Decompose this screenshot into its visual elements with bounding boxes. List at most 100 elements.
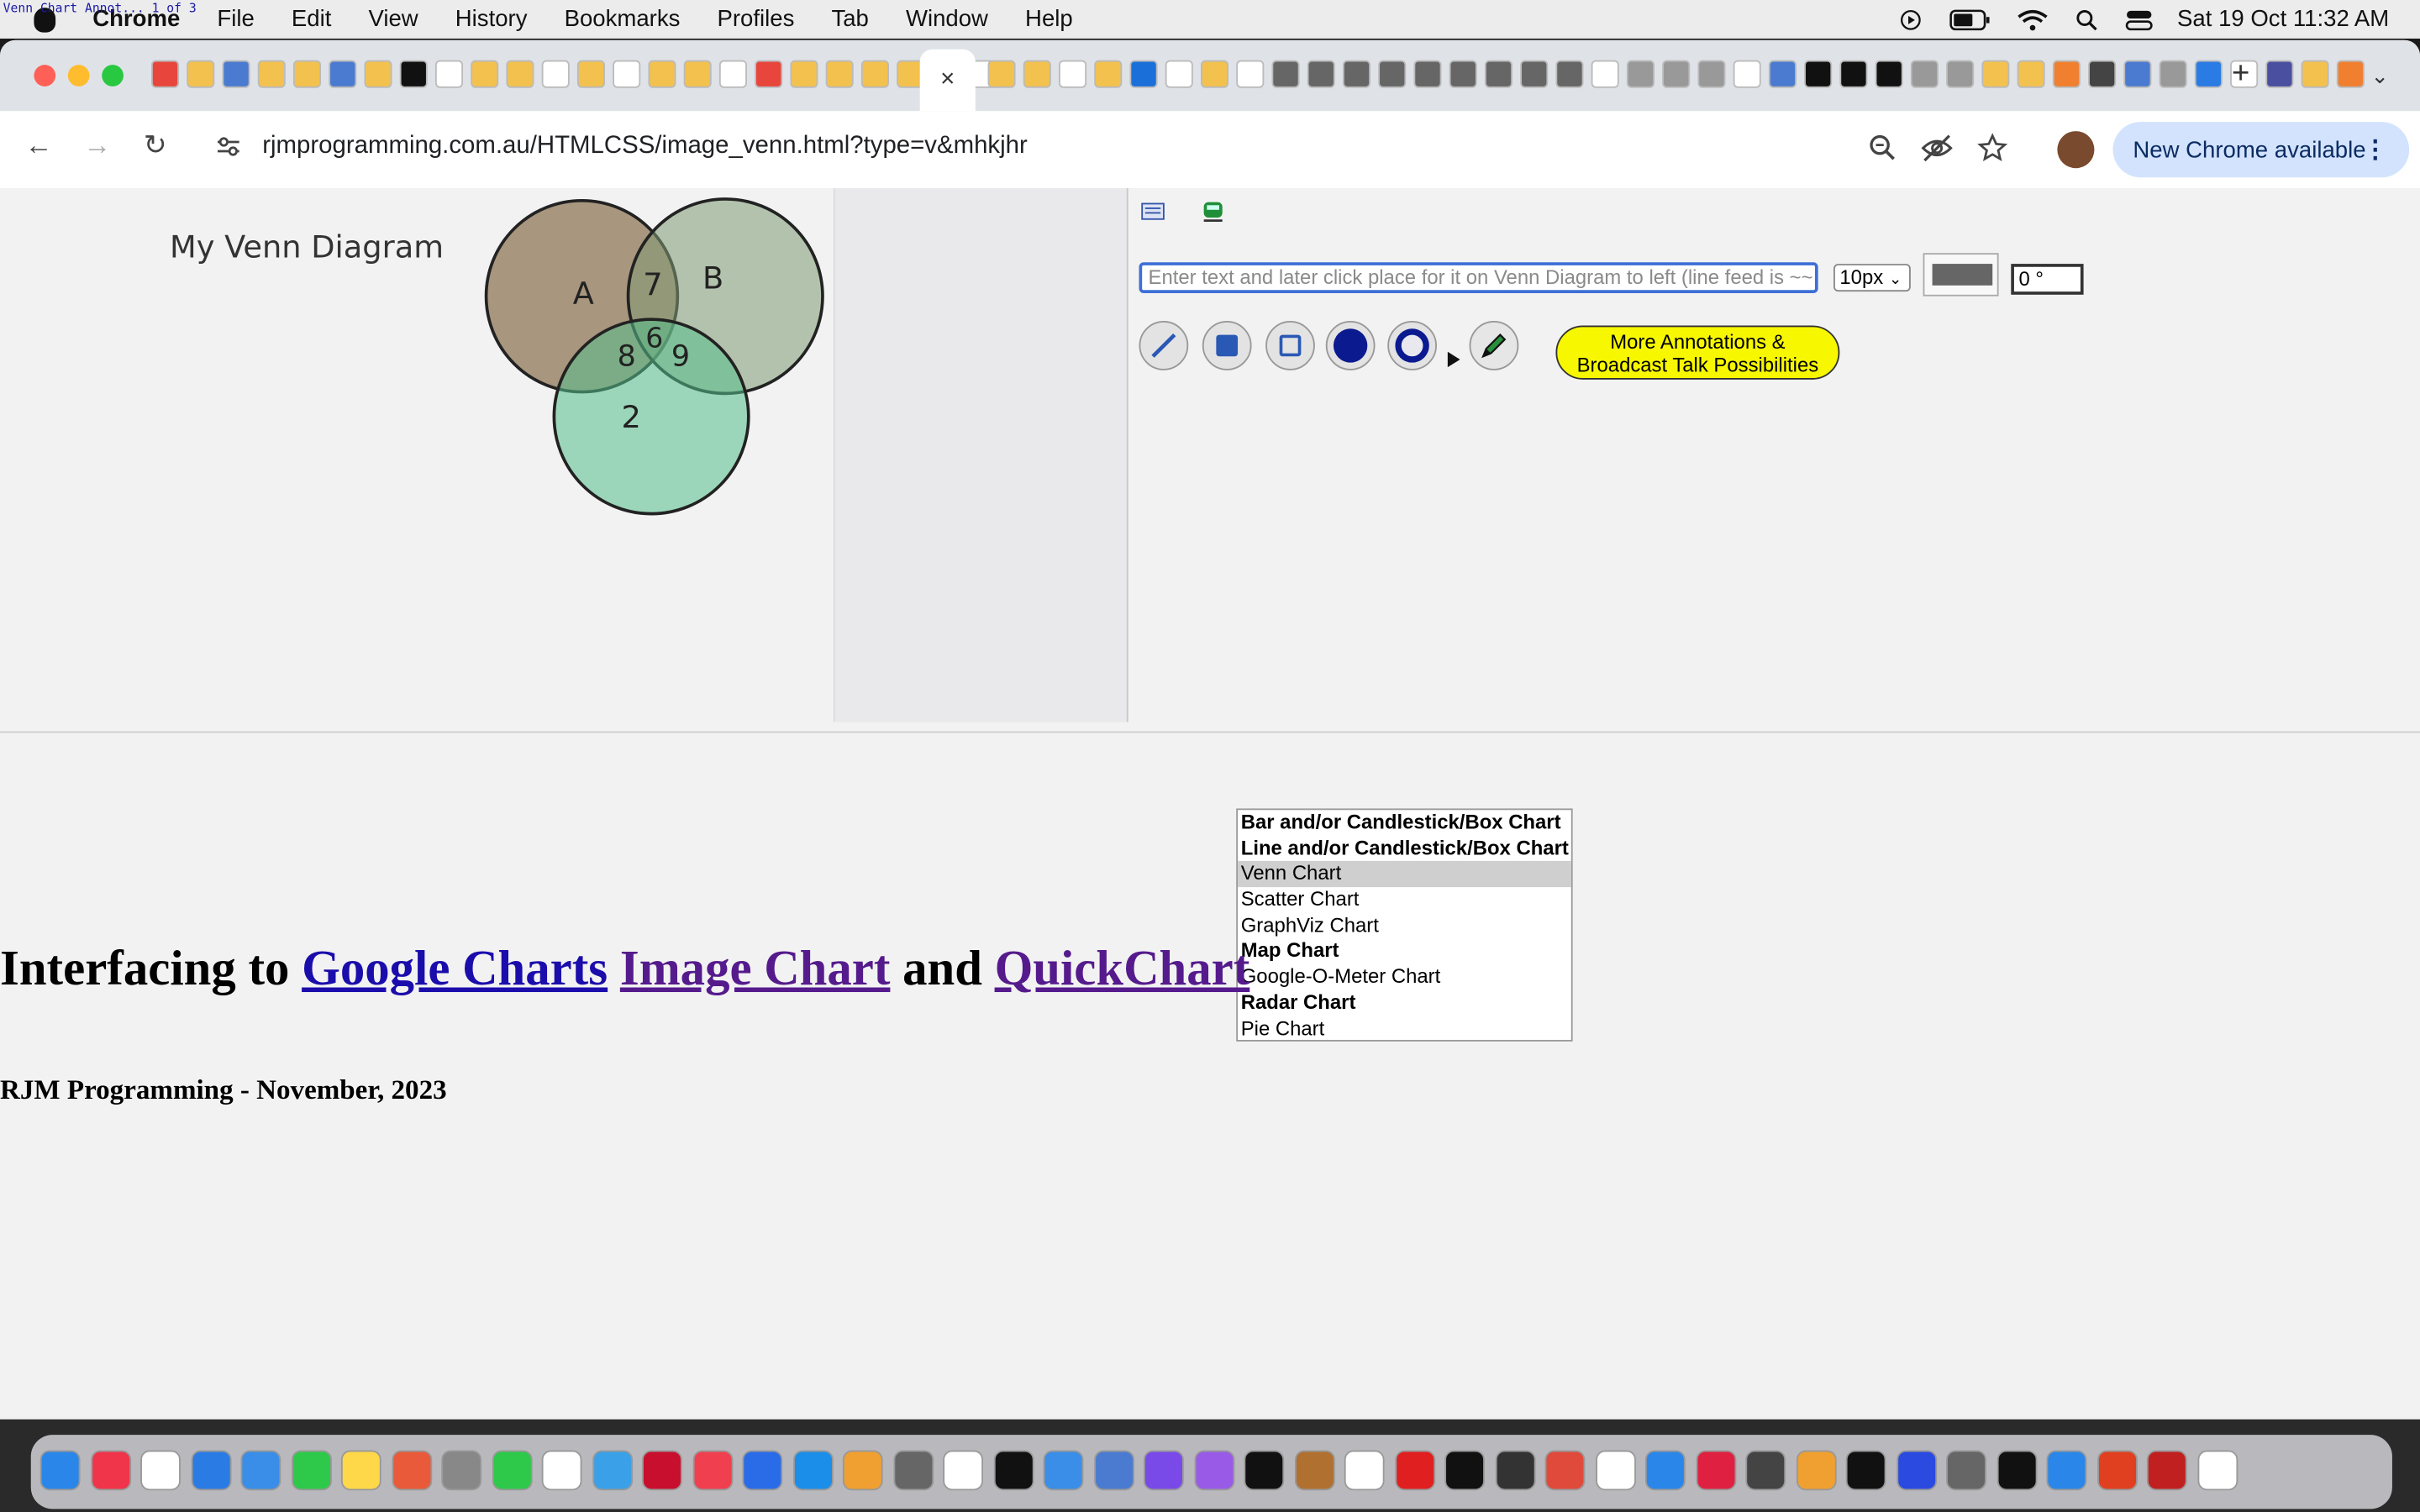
tab-favicon-icon[interactable] [755,60,783,88]
dock-app-icon[interactable] [1996,1450,2037,1491]
dock-app-icon[interactable] [240,1450,281,1491]
chart-type-option[interactable]: Map Chart [1238,939,1571,965]
menu-tab[interactable]: Tab [831,6,868,32]
dock-app-icon[interactable] [90,1450,131,1491]
tab-favicon-icon[interactable] [860,60,889,88]
wifi-icon[interactable] [2017,8,2048,30]
tab-favicon-icon[interactable] [1449,60,1477,88]
tab-favicon-icon[interactable] [1626,60,1655,88]
chart-type-option[interactable]: Bar and/or Candlestick/Box Chart [1238,810,1571,836]
spotlight-search-icon[interactable] [2072,8,2100,30]
profile-avatar[interactable] [2057,131,2095,169]
chart-type-option[interactable]: GraphViz Chart [1238,913,1571,939]
dock-app-icon[interactable] [943,1450,984,1491]
tab-favicon-icon[interactable] [1591,60,1619,88]
tab-close-icon[interactable]: × [940,66,955,94]
dock-app-icon[interactable] [1946,1450,1986,1491]
dock-app-icon[interactable] [39,1450,81,1491]
menu-profiles[interactable]: Profiles [717,6,794,32]
circle-tool-button[interactable] [1387,321,1438,370]
dock-app-icon[interactable] [892,1450,934,1491]
tab-favicon-icon[interactable] [151,60,180,88]
dock-app-icon[interactable] [1595,1450,1636,1491]
tab-favicon-icon[interactable] [434,60,464,88]
tab-favicon-icon[interactable] [2088,60,2117,88]
menu-file[interactable]: File [217,6,254,32]
chart-type-option[interactable]: Pie Chart [1238,1016,1571,1042]
battery-icon[interactable] [1949,8,1991,30]
tab-favicon-icon[interactable] [825,60,854,88]
dock-app-icon[interactable] [2146,1450,2187,1491]
zoom-window-button[interactable] [102,65,124,87]
dock-app-icon[interactable] [391,1450,432,1491]
dock-app-icon[interactable] [842,1450,883,1491]
chart-type-option[interactable]: Line and/or Candlestick/Box Chart [1238,836,1571,862]
dock-app-icon[interactable] [2196,1450,2238,1491]
dock-app-icon[interactable] [592,1450,633,1491]
dock-app-icon[interactable] [1796,1450,1836,1491]
tab-favicon-icon[interactable] [292,60,322,88]
menu-help[interactable]: Help [1025,6,1073,32]
tab-favicon-icon[interactable] [1910,60,1939,88]
tab-favicon-icon[interactable] [1200,60,1229,88]
dock-app-icon[interactable] [140,1450,181,1491]
menu-edit[interactable]: Edit [292,6,331,32]
tab-favicon-icon[interactable] [1059,60,1087,88]
train-icon[interactable] [1201,201,1225,223]
tab-search-chevron-icon[interactable]: ⌄ [2361,57,2398,94]
angle-input[interactable]: 0 ° [2011,264,2084,295]
dock-app-icon[interactable] [1544,1450,1586,1491]
dock-app-icon[interactable] [1494,1450,1535,1491]
control-center-icon[interactable] [2125,8,2153,30]
tab-favicon-icon[interactable] [257,60,286,88]
dock-app-icon[interactable] [340,1450,381,1491]
tab-favicon-icon[interactable] [506,60,534,88]
color-picker[interactable] [1923,253,1999,297]
tab-favicon-icon[interactable] [1946,60,1975,88]
tab-favicon-icon[interactable] [2123,60,2152,88]
rectangle-tool-button[interactable] [1265,321,1315,370]
dock-app-icon[interactable] [992,1450,1034,1491]
dock-app-icon[interactable] [1193,1450,1234,1491]
forward-arrow-icon[interactable]: → [83,129,111,162]
new-tab-button[interactable]: + [2232,57,2249,92]
eye-off-icon[interactable] [1920,133,1954,164]
dock-app-icon[interactable] [2096,1450,2137,1491]
tab-favicon-icon[interactable] [1484,60,1513,88]
tab-favicon-icon[interactable] [987,60,1016,88]
dock-app-icon[interactable] [1644,1450,1686,1491]
tab-favicon-icon[interactable] [2159,60,2187,88]
tab-favicon-icon[interactable] [683,60,712,88]
dock-app-icon[interactable] [441,1450,482,1491]
dock-app-icon[interactable] [1043,1450,1084,1491]
tab-favicon-icon[interactable] [2052,60,2081,88]
tab-favicon-icon[interactable] [1165,60,1193,88]
reload-icon[interactable]: ↻ [144,129,167,162]
chart-type-option[interactable]: Venn Chart [1238,861,1571,888]
site-settings-icon[interactable] [216,136,240,158]
dock-app-icon[interactable] [742,1450,783,1491]
chart-type-listbox[interactable]: Bar and/or Candlestick/Box Chart Line and… [1236,808,1573,1042]
line-tool-button[interactable] [1139,321,1189,370]
tab-favicon-icon[interactable] [1733,60,1761,88]
kebab-menu-icon[interactable]: ⋮ [2363,134,2387,165]
tab-favicon-icon[interactable] [1875,60,1903,88]
tab-favicon-icon[interactable] [1413,60,1442,88]
play-triangle-icon[interactable] [1447,351,1460,368]
menu-history[interactable]: History [455,6,528,32]
dock-app-icon[interactable] [1244,1450,1285,1491]
dock-app-icon[interactable] [792,1450,833,1491]
menu-bookmarks[interactable]: Bookmarks [565,6,681,32]
tab-favicon-icon[interactable] [1839,60,1868,88]
dock-app-icon[interactable] [2046,1450,2087,1491]
dock-app-icon[interactable] [1394,1450,1435,1491]
tab-favicon-icon[interactable] [613,60,641,88]
dock-app-icon[interactable] [1144,1450,1184,1491]
tab-favicon-icon[interactable] [1981,60,2010,88]
chart-type-option[interactable]: Scatter Chart [1238,887,1571,913]
tab-favicon-icon[interactable] [541,60,570,88]
google-charts-link[interactable]: Google Charts [302,940,608,995]
address-bar[interactable]: rjmprogramming.com.au/HTMLCSS/image_venn… [262,133,1028,160]
tab-favicon-icon[interactable] [187,60,215,88]
newspaper-icon[interactable] [1140,201,1165,223]
